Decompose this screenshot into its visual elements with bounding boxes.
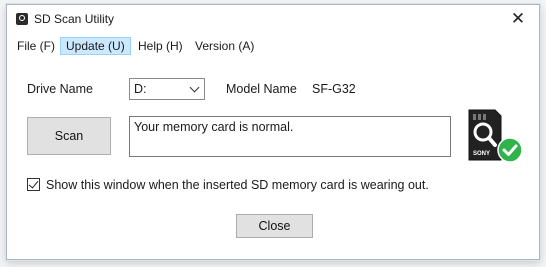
model-name-value: SF-G32 [312,82,356,96]
model-name-label: Model Name [226,82,297,96]
app-icon [16,13,28,25]
menu-update[interactable]: Update (U) [60,37,131,55]
title-bar: SD Scan Utility ✕ [7,5,539,33]
drive-select[interactable]: D: [129,78,205,100]
show-window-checkbox[interactable] [27,178,40,191]
chevron-down-icon [189,82,200,93]
menu-bar: File (F) Update (U) Help (H) Version (A) [7,35,539,55]
sd-card-check-icon: SONY [468,109,523,163]
drive-select-value: D: [134,82,147,96]
scan-button[interactable]: Scan [27,117,111,155]
close-button[interactable]: Close [236,214,313,238]
card-brand-text: SONY [473,151,490,157]
status-textbox[interactable]: Your memory card is normal. [129,116,451,157]
show-window-checkbox-label: Show this window when the inserted SD me… [46,178,429,192]
menu-file[interactable]: File (F) [11,37,61,55]
window-title: SD Scan Utility [34,12,115,26]
drive-name-label: Drive Name [27,82,93,96]
window-close-icon[interactable]: ✕ [507,9,529,29]
menu-version[interactable]: Version (A) [189,37,260,55]
app-window: SD Scan Utility ✕ File (F) Update (U) He… [6,4,540,260]
menu-help[interactable]: Help (H) [132,37,189,55]
